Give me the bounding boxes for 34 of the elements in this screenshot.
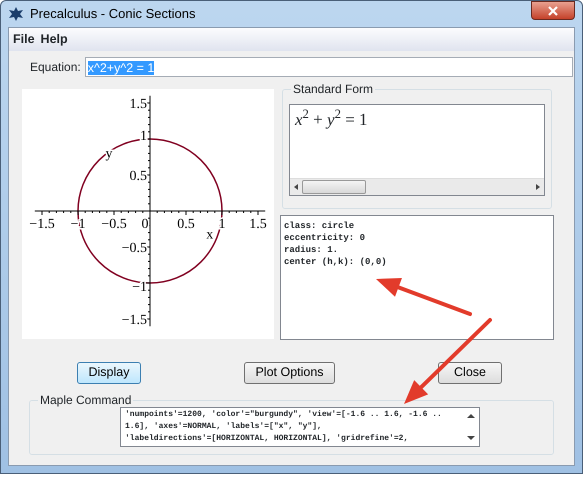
property-line: eccentricity: 0 — [284, 232, 366, 244]
tick-label: 0.5 — [130, 168, 147, 184]
menu-item[interactable]: File — [13, 30, 35, 49]
close-button[interactable] — [531, 1, 575, 20]
command-line: 'labeldirections'=[HORIZONTAL, HORIZONTAL], 'gridrefine'=2, — [125, 432, 410, 445]
command-field[interactable]: 'numpoints'=1200, 'color'="burgundy", 'view'=[-1.6 .. 1.6, -1.6 .. 1.6], 'axes'=NORMAL, 'labels'=["x", "y"], 'labeldirections'=[HORIZONTAL, HORIZONTAL], 'gridrefine'=2, — [120, 406, 480, 447]
scroll-thumb[interactable] — [302, 180, 366, 194]
dialog-button[interactable]: Display — [77, 362, 141, 384]
tick-label: −0.5 — [122, 240, 147, 256]
property-line: center (h,k): (0,0) — [284, 256, 388, 268]
command-line: 1.6], 'axes'=NORMAL, 'labels'=["x", "y"], — [125, 420, 323, 433]
command-line: 'numpoints'=1200, 'color'="burgundy", 'view'=[-1.6 .. 1.6, -1.6 .. — [125, 408, 443, 421]
tick-label: −1 — [132, 280, 147, 295]
group-title: Maple Command — [38, 392, 134, 407]
dialog-button[interactable]: Plot Options — [244, 362, 335, 384]
menu-item[interactable]: Help — [40, 30, 68, 49]
close-icon — [548, 6, 558, 16]
tick-label: −1.5 — [122, 312, 147, 328]
tick-label: 1.5 — [130, 96, 147, 112]
dialog-button[interactable]: Close — [438, 362, 502, 384]
property-line: class: circle — [284, 220, 356, 232]
horizontal-scrollbar[interactable] — [290, 178, 544, 195]
tick-label: 1.5 — [249, 216, 267, 232]
tick-label: 0 — [142, 216, 148, 232]
tick-label: −0.5 — [101, 216, 127, 232]
tick-label: −1.5 — [29, 216, 55, 232]
property-line: radius: 1. — [284, 244, 340, 256]
axis-label: x — [206, 227, 214, 242]
group-title: Standard Form — [291, 82, 376, 96]
window-title: Precalculus - Conic Sections — [30, 5, 196, 24]
equation-label: Equation: — [30, 58, 81, 76]
app-icon — [8, 6, 24, 22]
tick-label: 0.5 — [177, 216, 195, 232]
formula: x$^{2}$ + y$^{2}$ = 1 — [294, 106, 369, 131]
